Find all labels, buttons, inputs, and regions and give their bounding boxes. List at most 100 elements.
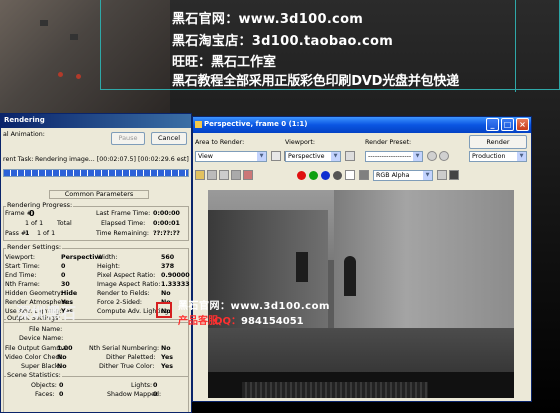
overlay-shop-text: 黑石淘宝店：3d100.taobao.com <box>172 34 394 49</box>
display-channel-value: RGB Alpha <box>376 172 410 179</box>
last-frame-value: 0:00:00 <box>153 210 180 217</box>
remaining-value: ??:??:?? <box>153 230 180 237</box>
watermark-product-text: 产品客服 <box>178 316 218 327</box>
save-image-icon[interactable] <box>195 170 205 180</box>
render-preset-dropdown[interactable]: ------------------- ▼ <box>365 151 423 162</box>
current-task-value: Rendering image... [00:02:07.5] [00:02:2… <box>35 156 189 163</box>
overlay-website-text: 黑石官网：www.3d100.com <box>172 12 364 27</box>
render-bucket-strip <box>242 382 428 398</box>
alpha-channel-icon[interactable] <box>333 171 342 180</box>
lock-viewport-icon[interactable] <box>345 151 355 161</box>
render-setting-value: 30 <box>61 281 70 288</box>
watermark-logo-box <box>156 302 172 318</box>
video-check-label: Video Color Check: <box>5 354 65 361</box>
maximize-button[interactable]: □ <box>501 118 514 131</box>
chevron-down-icon: ▼ <box>423 171 432 180</box>
blue-channel-icon[interactable] <box>321 171 330 180</box>
overlay-dvd-text: 黑石教程全部采用正版彩色印刷DVD光盘并包快递 <box>172 74 460 89</box>
area-to-render-dropdown[interactable]: View ▼ <box>195 151 267 162</box>
render-setting-value: 0 <box>61 263 66 270</box>
file-name-label: File Name: <box>29 326 63 333</box>
dither-paletted-value: Yes <box>161 354 174 361</box>
render-setting-value: No <box>161 290 171 297</box>
device-name-label: Device Name: <box>19 335 64 342</box>
background-lantern <box>58 72 63 77</box>
viewport-dropdown[interactable]: Perspective ▼ <box>285 151 341 162</box>
elapsed-label: Elapsed Time: <box>101 220 146 227</box>
production-dropdown[interactable]: Production ▼ <box>469 151 527 162</box>
super-black-value: No <box>57 363 67 370</box>
watermark-qq: QQ：984154051 <box>214 312 304 327</box>
lights-value: 0 <box>153 382 158 389</box>
rendering-progress-title: Rendering Progress: <box>6 201 74 209</box>
display-channel-dropdown[interactable]: RGB Alpha ▼ <box>373 170 433 181</box>
render-setting-label: Viewport: <box>5 254 35 261</box>
super-black-label: Super Black: <box>21 363 61 370</box>
frame-label: Frame # <box>5 210 32 217</box>
render-setting-label: Image Aspect Ratio: <box>97 281 161 288</box>
monochrome-icon[interactable] <box>345 170 355 180</box>
watermark-qq-value: 984154051 <box>241 316 304 327</box>
watermark-url-text: 黑石官网：www.3d100.com <box>178 301 330 312</box>
faces-value: 0 <box>59 391 64 398</box>
copy-image-icon[interactable] <box>207 170 217 180</box>
dither-paletted-label: Dither Paletted: <box>106 354 156 361</box>
print-icon[interactable] <box>231 170 241 180</box>
rendered-frame-window: Perspective, frame 0 (1:1) _ □ × Area to… <box>192 116 532 402</box>
chevron-down-icon: ▼ <box>331 152 340 161</box>
lights-label: Lights: <box>131 382 153 389</box>
video-check-value: No <box>57 354 67 361</box>
clone-frame-icon[interactable] <box>219 170 229 180</box>
frame-value: 0 <box>29 209 35 218</box>
toggle-ui-icon[interactable] <box>449 170 459 180</box>
last-frame-label: Last Frame Time: <box>96 210 151 217</box>
render-setting-value: 378 <box>161 263 175 270</box>
viewport-safe-frame-line <box>515 0 516 92</box>
pass-value: 1 <box>25 230 30 237</box>
pause-button[interactable]: Pause <box>111 132 145 145</box>
area-to-render-label: Area to Render: <box>195 139 245 146</box>
edit-region-icon[interactable] <box>271 151 281 161</box>
render-setting-value: 0 <box>61 272 66 279</box>
common-parameters-rollout[interactable]: Common Parameters <box>49 190 149 199</box>
objects-value: 0 <box>59 382 64 389</box>
render-settings-title: Render Settings: <box>6 243 63 251</box>
clear-icon[interactable] <box>243 170 253 180</box>
environment-icon[interactable] <box>439 151 449 161</box>
scene-statistics-title: Scene Statistics: <box>6 371 62 379</box>
render-setting-label: End Time: <box>5 272 37 279</box>
overlay-wangwang-text: 旺旺：黑石工作室 <box>172 55 277 70</box>
render-setup-icon[interactable] <box>427 151 437 161</box>
render-preset-label: Render Preset: <box>365 139 412 146</box>
cancel-button[interactable]: Cancel <box>151 132 187 145</box>
render-setting-value: 560 <box>161 254 175 261</box>
production-value: Production <box>472 153 506 160</box>
rendered-frame-titlebar[interactable]: Perspective, frame 0 (1:1) _ □ × <box>193 117 531 133</box>
render-setting-label: Force 2-Sided: <box>97 299 143 306</box>
background-window <box>40 20 48 26</box>
app-icon <box>195 121 202 128</box>
dither-true-label: Dither True Color: <box>99 363 155 370</box>
green-channel-icon[interactable] <box>309 171 318 180</box>
watermark-studio-text: 深圳黑石 <box>16 304 77 322</box>
toggle-ui-overlay-icon[interactable] <box>437 170 447 180</box>
total-label: Total <box>57 220 72 227</box>
render-progress-bar <box>3 169 189 177</box>
elapsed-value: 0:00:01 <box>153 220 180 227</box>
dither-true-value: Yes <box>161 363 174 370</box>
viewport-value: Perspective <box>288 153 325 160</box>
render-button[interactable]: Render <box>469 135 527 149</box>
close-button[interactable]: × <box>516 118 529 131</box>
viewport-label: Viewport: <box>285 139 315 146</box>
render-progress-fill <box>4 170 188 176</box>
render-setting-label: Width: <box>97 254 118 261</box>
color-swatch[interactable] <box>359 170 369 180</box>
pass-label: Pass # <box>5 230 27 237</box>
minimize-button[interactable]: _ <box>486 118 499 131</box>
render-preset-value: ------------------- <box>368 153 412 160</box>
watermark-qq-label: QQ： <box>214 316 242 327</box>
pass-of-label: 1 of 1 <box>37 230 56 237</box>
red-channel-icon[interactable] <box>297 171 306 180</box>
background-lantern <box>76 74 81 79</box>
shadow-mapped-value: 0 <box>153 391 158 398</box>
